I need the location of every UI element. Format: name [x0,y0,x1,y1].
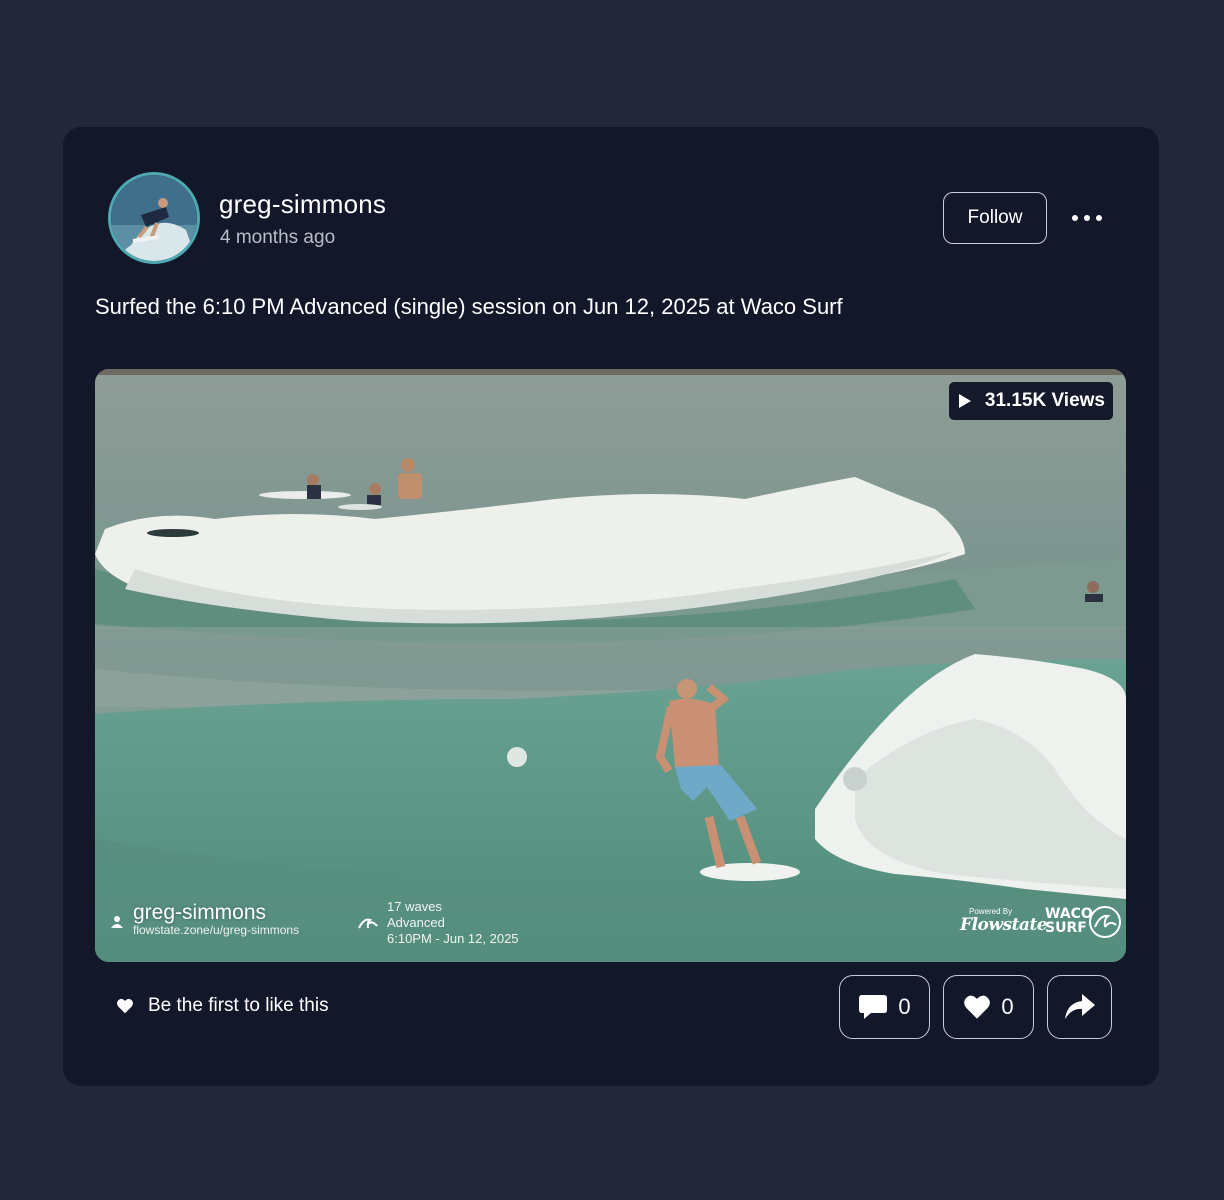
waco-surf-logo: WACO SURF [1045,907,1093,935]
surf-video-frame [95,369,1126,962]
comment-button[interactable]: 0 [839,975,930,1039]
dot [1096,215,1102,221]
overlay-profile-url: flowstate.zone/u/greg-simmons [133,923,300,937]
wave-icon [358,918,378,929]
views-count: 31.15K Views [984,390,1105,411]
person-icon [111,916,123,928]
avatar-image [111,175,197,261]
overlay-level: Advanced [387,915,445,930]
overlay-session-time: 6:10PM - Jun 12, 2025 [387,931,519,946]
post-card: greg-simmons 4 months ago Follow Surfed … [63,127,1159,1086]
share-icon [1064,994,1095,1019]
like-button[interactable]: 0 [943,975,1034,1039]
play-icon [958,394,971,408]
username[interactable]: greg-simmons [219,189,386,220]
more-options-icon[interactable] [1065,203,1109,233]
dot [1084,215,1090,221]
views-badge: 31.15K Views [948,382,1113,420]
heart-icon [964,995,991,1019]
avatar[interactable] [108,172,200,264]
overlay-user: greg-simmons flowstate.zone/u/greg-simmo… [111,902,299,936]
video-player[interactable]: 31.15K Views greg-simmons flowstate.zone… [95,369,1126,962]
brand-logos: Powered By Flowstate WACO SURF [959,905,1126,945]
dot [1072,215,1078,221]
like-count: 0 [1001,994,1014,1019]
heart-icon [117,998,133,1014]
surf-text: SURF [1045,920,1087,936]
waco-text: WACO [1045,906,1093,922]
waco-surf-wave-icon [1089,906,1121,938]
flowstate-logo: Flowstate [960,915,1048,935]
likes-text: Be the first to like this [148,995,329,1016]
likes-summary: Be the first to like this [116,995,329,1017]
post-timestamp: 4 months ago [220,227,336,248]
overlay-wave-count: 17 waves [387,899,442,914]
comment-icon [859,995,888,1019]
share-button[interactable] [1047,975,1112,1039]
overlay-session-info: 17 waves Advanced 6:10PM - Jun 12, 2025 [358,899,519,947]
comment-count: 0 [898,994,911,1019]
overlay-username: greg-simmons [133,901,267,924]
post-caption: Surfed the 6:10 PM Advanced (single) ses… [95,294,843,319]
follow-button[interactable]: Follow [943,192,1047,244]
